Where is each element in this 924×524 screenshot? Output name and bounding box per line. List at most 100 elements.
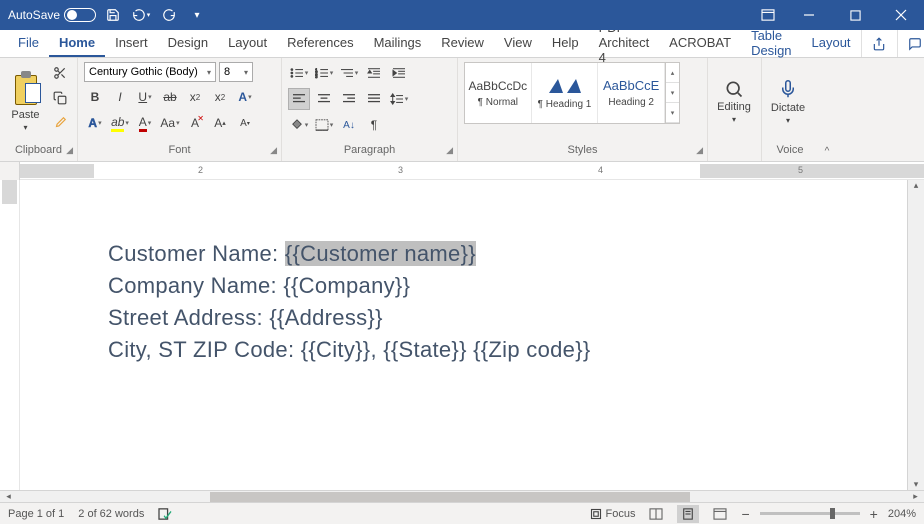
clipboard-dialog-launcher[interactable]: ◢ — [66, 145, 73, 156]
group-paragraph: ▾ 123▾ ▾ ▾ ▾ ▾ A↓ ¶ Paragraph◢ — [282, 58, 458, 161]
editing-button[interactable]: Editing▾ — [714, 62, 754, 140]
tab-mailings[interactable]: Mailings — [364, 30, 432, 57]
toggle-off-icon — [64, 8, 96, 22]
tab-acrobat[interactable]: ACROBAT — [659, 30, 741, 57]
style-heading1[interactable]: ¶ Heading 1 — [532, 63, 599, 123]
print-layout-button[interactable] — [677, 505, 699, 523]
font-name-select[interactable]: Century Gothic (Body)▾ — [84, 62, 216, 82]
font-size-select[interactable]: 8▾ — [219, 62, 253, 82]
align-center-button[interactable] — [313, 88, 335, 110]
styles-gallery[interactable]: AaBbCcDc¶ Normal ¶ Heading 1 AaBbCcEHead… — [464, 62, 680, 124]
tab-home[interactable]: Home — [49, 30, 105, 57]
horizontal-ruler[interactable]: 2 3 4 5 — [20, 162, 924, 180]
tab-view[interactable]: View — [494, 30, 542, 57]
tab-review[interactable]: Review — [431, 30, 494, 57]
doc-line-3[interactable]: Street Address: {{Address}} — [108, 302, 887, 334]
decrease-indent-button[interactable] — [363, 62, 385, 84]
group-font: Century Gothic (Body)▾ 8▾ B I U▾ ab x2 x… — [78, 58, 282, 161]
tab-insert[interactable]: Insert — [105, 30, 158, 57]
doc-line-1[interactable]: Customer Name: {{Customer name}} — [108, 238, 887, 270]
zoom-in-button[interactable]: + — [870, 506, 878, 522]
doc-line-4[interactable]: City, ST ZIP Code: {{City}}, {{State}} {… — [108, 334, 887, 366]
font-color-button[interactable]: A▾ — [134, 112, 156, 134]
comments-button[interactable] — [897, 30, 924, 57]
tab-table-layout[interactable]: Layout — [802, 30, 861, 57]
style-normal[interactable]: AaBbCcDc¶ Normal — [465, 63, 532, 123]
strikethrough-button[interactable]: ab — [159, 86, 181, 108]
scrollbar-thumb[interactable] — [210, 492, 690, 502]
vertical-scrollbar[interactable]: ▴▾ — [907, 180, 924, 490]
search-icon — [724, 79, 744, 99]
increase-indent-button[interactable] — [388, 62, 410, 84]
qat-customize-button[interactable]: ▾ — [186, 4, 208, 26]
font-dialog-launcher[interactable]: ◢ — [270, 145, 277, 156]
clear-formatting-button[interactable]: A✕ — [184, 112, 206, 134]
superscript-button[interactable]: x2 — [209, 86, 231, 108]
document-page[interactable]: Customer Name: {{Customer name}} Company… — [30, 180, 887, 490]
styles-dialog-launcher[interactable]: ◢ — [696, 145, 703, 156]
styles-expand[interactable]: ▾ — [666, 103, 679, 123]
autosave-toggle[interactable]: AutoSave — [8, 8, 96, 22]
bold-button[interactable]: B — [84, 86, 106, 108]
bullets-button[interactable]: ▾ — [288, 62, 310, 84]
shrink-font-button[interactable]: A▾ — [234, 112, 256, 134]
tab-file[interactable]: File — [8, 30, 49, 57]
tab-table-design[interactable]: Table Design — [741, 30, 801, 57]
zoom-out-button[interactable]: − — [741, 506, 749, 522]
ribbon-display-options-button[interactable] — [750, 0, 786, 30]
tab-references[interactable]: References — [277, 30, 363, 57]
dictate-button[interactable]: Dictate▾ — [768, 62, 808, 140]
tab-help[interactable]: Help — [542, 30, 589, 57]
font-outline-button[interactable]: A▾ — [84, 112, 106, 134]
minimize-button[interactable] — [786, 0, 832, 30]
sort-button[interactable]: A↓ — [338, 114, 360, 136]
tab-design[interactable]: Design — [158, 30, 218, 57]
close-button[interactable] — [878, 0, 924, 30]
grow-font-button[interactable]: A▴ — [209, 112, 231, 134]
maximize-button[interactable] — [832, 0, 878, 30]
align-right-button[interactable] — [338, 88, 360, 110]
read-mode-button[interactable] — [645, 505, 667, 523]
change-case-button[interactable]: Aa▾ — [159, 112, 181, 134]
italic-button[interactable]: I — [109, 86, 131, 108]
redo-button[interactable] — [158, 4, 180, 26]
multilevel-list-button[interactable]: ▾ — [338, 62, 360, 84]
undo-button[interactable]: ▾ — [130, 4, 152, 26]
share-button[interactable] — [861, 30, 897, 57]
zoom-slider[interactable] — [760, 512, 860, 515]
doc-line-2[interactable]: Company Name: {{Company}} — [108, 270, 887, 302]
zoom-level[interactable]: 204% — [888, 508, 916, 520]
underline-button[interactable]: U▾ — [134, 86, 156, 108]
tab-layout[interactable]: Layout — [218, 30, 277, 57]
format-painter-button[interactable] — [49, 112, 71, 134]
align-left-button[interactable] — [288, 88, 310, 110]
shading-button[interactable]: ▾ — [288, 114, 310, 136]
selected-text: {{Customer name}} — [285, 241, 476, 266]
spell-check-status[interactable] — [158, 508, 172, 520]
word-count-status[interactable]: 2 of 62 words — [78, 508, 144, 520]
show-marks-button[interactable]: ¶ — [363, 114, 385, 136]
justify-button[interactable] — [363, 88, 385, 110]
styles-scroll-down[interactable]: ▾ — [666, 83, 679, 103]
horizontal-scrollbar[interactable]: ◂ ▸ — [0, 490, 924, 502]
line-spacing-button[interactable]: ▾ — [388, 88, 410, 110]
document-area: Customer Name: {{Customer name}} Company… — [0, 180, 924, 490]
web-layout-button[interactable] — [709, 505, 731, 523]
page-number-status[interactable]: Page 1 of 1 — [8, 508, 64, 520]
tab-pdf-architect[interactable]: PDF Architect 4 — [589, 30, 660, 57]
highlight-button[interactable]: ab▾ — [109, 112, 131, 134]
styles-scroll-up[interactable]: ▴ — [666, 63, 679, 83]
borders-button[interactable]: ▾ — [313, 114, 335, 136]
subscript-button[interactable]: x2 — [184, 86, 206, 108]
vertical-ruler[interactable] — [0, 180, 20, 490]
numbering-button[interactable]: 123▾ — [313, 62, 335, 84]
save-button[interactable] — [102, 4, 124, 26]
collapse-ribbon-button[interactable]: ^ — [818, 58, 836, 161]
style-heading2[interactable]: AaBbCcEHeading 2 — [598, 63, 665, 123]
copy-button[interactable] — [49, 87, 71, 109]
focus-mode-button[interactable]: Focus — [590, 508, 636, 520]
paste-button[interactable]: Paste ▾ — [6, 62, 45, 140]
cut-button[interactable] — [49, 62, 71, 84]
paragraph-dialog-launcher[interactable]: ◢ — [446, 145, 453, 156]
text-effects-button[interactable]: A▾ — [234, 86, 256, 108]
